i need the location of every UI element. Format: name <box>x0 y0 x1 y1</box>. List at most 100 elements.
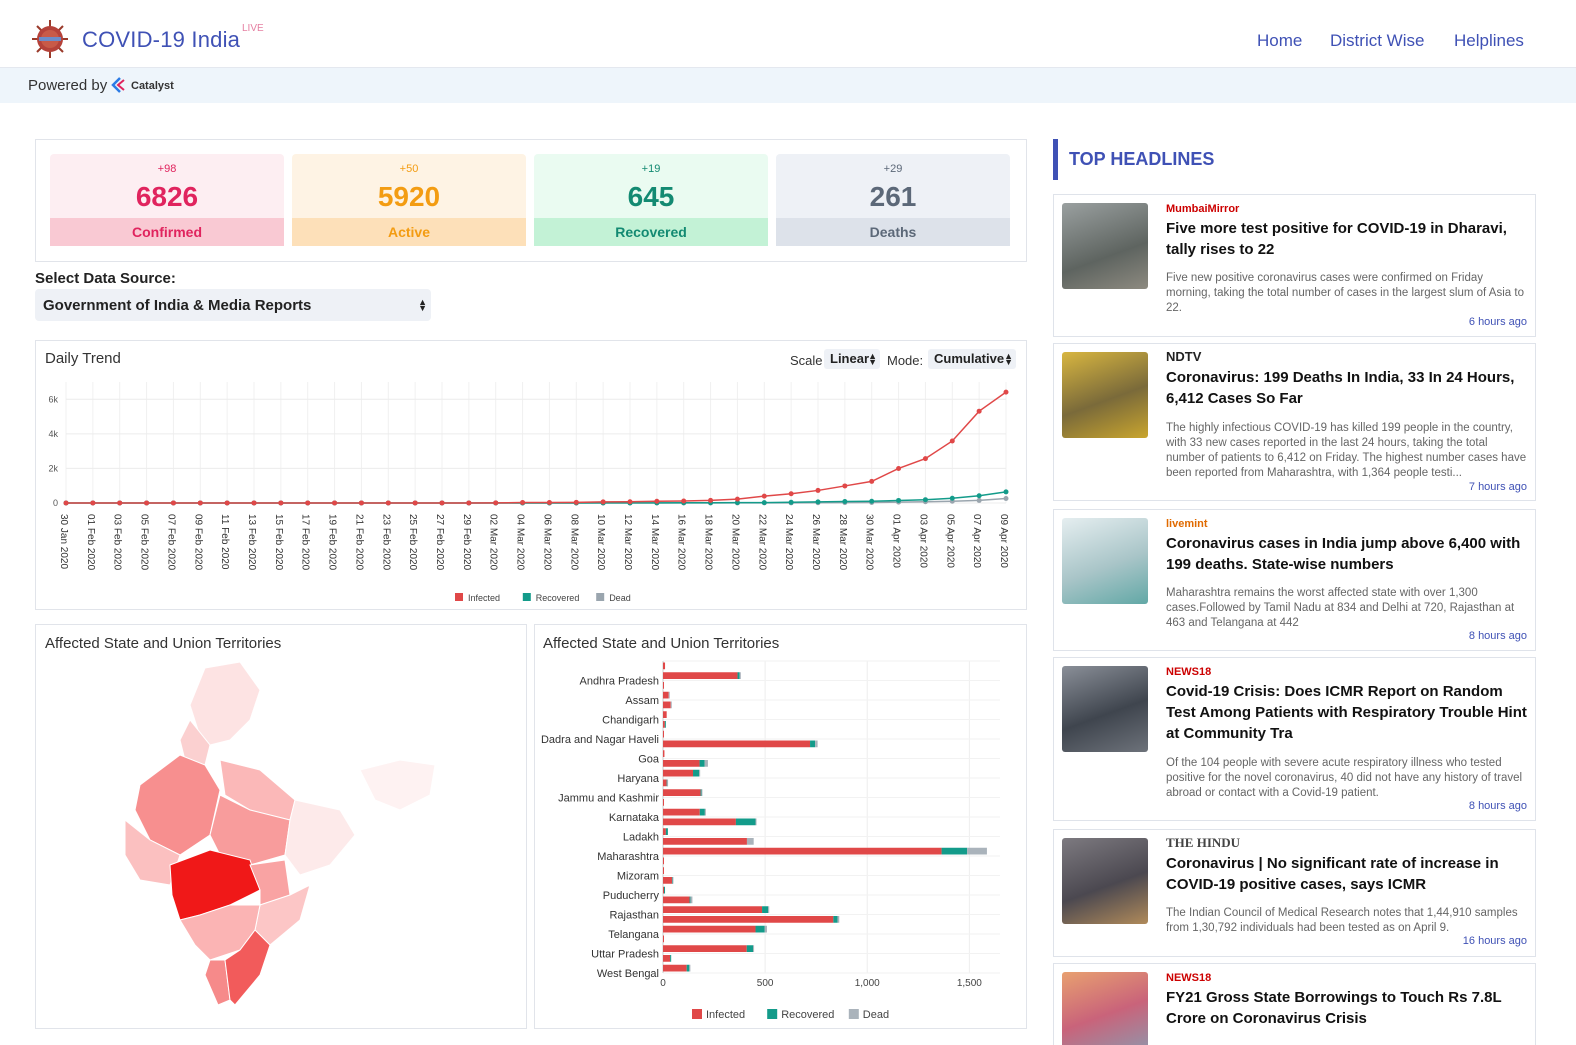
stat-delta: +98 <box>157 163 177 175</box>
bar-segment-infected <box>663 750 665 757</box>
bar-segment-dead <box>699 769 701 777</box>
news-description: Maharashtra remains the worst affected s… <box>1166 587 1515 629</box>
news-time: 8 hours ago <box>1468 630 1527 642</box>
x-tick-label: 30 Mar 2020 <box>864 514 875 571</box>
news-title[interactable]: Five more test positive for COVID-19 in … <box>1166 218 1528 260</box>
data-source-selected: Government of India & Media Reports <box>43 297 312 314</box>
news-description: The Indian Council of Medical Research n… <box>1166 907 1518 934</box>
news-card[interactable]: livemint Coronavirus cases in India jump… <box>1053 509 1536 651</box>
scale-select[interactable]: Linear ▲ ▼ <box>824 349 880 369</box>
data-point-infected <box>627 499 633 505</box>
data-point-infected <box>869 478 875 484</box>
select-caret-icon: ▲ ▼ <box>418 297 427 313</box>
news-card[interactable]: NDTV Coronavirus: 199 Deaths In India, 3… <box>1053 343 1536 501</box>
legend-swatch <box>848 1009 859 1019</box>
state-bar-chart[interactable]: 0 500 1,000 1,500 Andhra Pradesh Assam Chandig… <box>535 655 1024 1025</box>
news-title[interactable]: Coronavirus cases in India jump above 6,… <box>1166 533 1528 575</box>
data-point-infected <box>654 498 660 504</box>
bar-segment-dead <box>667 779 669 787</box>
bar-segment-infected <box>663 847 942 855</box>
bar-segment-recovered <box>737 672 740 679</box>
india-map[interactable] <box>110 660 450 1010</box>
x-tick-label: 03 Feb 2020 <box>112 514 123 571</box>
data-point-infected <box>976 408 982 414</box>
nav-helplines[interactable]: Helplines <box>1454 31 1524 51</box>
bar-segment-recovered <box>833 916 838 923</box>
data-source-select[interactable]: Government of India & Media Reports ▲ ▼ <box>35 289 431 321</box>
x-tick-label: 11 Feb 2020 <box>219 514 230 570</box>
data-point-infected <box>815 487 821 493</box>
map-region-east[interactable] <box>284 799 356 876</box>
news-thumbnail[interactable] <box>1062 838 1148 924</box>
news-time: 7 hours ago <box>1468 481 1527 493</box>
data-point-dead <box>1003 495 1009 501</box>
x-tick-label: 07 Feb 2020 <box>165 514 176 571</box>
data-point-infected <box>144 500 150 506</box>
stat-confirmed[interactable]: +98 6826 Confirmed <box>50 154 284 246</box>
bar-segment-dead <box>815 740 818 748</box>
bar-segment-dead <box>672 877 674 884</box>
bar-segment-infected <box>663 808 700 816</box>
catalyst-brand[interactable]: Catalyst <box>131 80 174 92</box>
data-point-infected <box>305 500 311 506</box>
news-thumbnail[interactable] <box>1062 972 1148 1045</box>
news-source: THE HINDU <box>1166 835 1241 850</box>
mode-select[interactable]: Cumulative ▲ ▼ <box>928 349 1016 369</box>
data-point-infected <box>117 500 123 506</box>
bar-segment-infected <box>663 857 664 865</box>
news-thumbnail[interactable] <box>1062 518 1148 604</box>
stat-active[interactable]: +50 5920 Active <box>292 154 526 246</box>
news-time: 16 hours ago <box>1462 935 1527 947</box>
y-tick-label: 6k <box>48 394 58 404</box>
stat-deaths[interactable]: +29 261 Deaths <box>776 154 1010 246</box>
data-point-recovered <box>842 498 848 504</box>
bar-segment-infected <box>663 730 664 738</box>
nav-district-wise[interactable]: District Wise <box>1330 31 1424 51</box>
bar-segment-infected <box>663 799 664 806</box>
nav-home[interactable]: Home <box>1246 31 1314 72</box>
y-tick-label: 4k <box>48 429 58 439</box>
bar-segment-dead <box>746 838 754 845</box>
news-title[interactable]: Covid-19 Crisis: Does ICMR Report on Ran… <box>1166 681 1528 744</box>
powered-by-label: Powered by <box>28 77 108 94</box>
virus-logo-icon[interactable] <box>30 18 70 60</box>
map-title: Affected State and Union Territories <box>45 635 282 652</box>
map-region-northeast[interactable] <box>359 759 436 811</box>
news-card[interactable]: THE HINDU Coronavirus | No significant r… <box>1053 829 1536 957</box>
bar-segment-infected <box>663 721 665 728</box>
news-thumbnail[interactable] <box>1062 352 1148 438</box>
data-point-infected <box>896 465 902 471</box>
bar-segment-recovered <box>755 925 765 933</box>
news-title[interactable]: FY21 Gross State Borrowings to Touch Rs … <box>1166 987 1528 1029</box>
data-point-infected <box>922 456 928 462</box>
bar-segment-recovered <box>670 955 672 962</box>
x-tick-label: 18 Mar 2020 <box>703 514 714 571</box>
data-point-infected <box>734 496 740 502</box>
brand-title[interactable]: COVID-19 India <box>82 27 240 53</box>
stat-delta: +29 <box>883 163 903 175</box>
data-point-recovered <box>922 497 928 503</box>
bar-segment-infected <box>663 838 747 845</box>
stat-recovered[interactable]: +19 645 Recovered <box>534 154 768 246</box>
news-card[interactable]: NEWS18 FY21 Gross State Borrowings to To… <box>1053 963 1536 1045</box>
news-thumbnail[interactable] <box>1062 203 1148 289</box>
news-title[interactable]: Coronavirus: 199 Deaths In India, 33 In … <box>1166 367 1528 409</box>
bar-segment-infected <box>663 916 834 923</box>
bar-segment-dead <box>837 916 840 923</box>
news-card[interactable]: NEWS18 Covid-19 Crisis: Does ICMR Report… <box>1053 657 1536 821</box>
y-tick-label: Haryana <box>617 773 659 785</box>
y-tick-label: 0 <box>53 498 58 508</box>
x-tick-label: 0 <box>660 978 666 989</box>
daily-trend-chart[interactable]: 0 2k 4k 6k 30 Jan 2020 01 Feb 2020 03 Feb 2020… <box>36 370 1024 606</box>
x-tick-label: 09 Feb 2020 <box>192 514 203 571</box>
y-tick-label: Dadra and Nagar Haveli <box>541 734 659 746</box>
data-point-infected <box>385 500 391 506</box>
stat-label: Deaths <box>776 218 1010 246</box>
news-title[interactable]: Coronavirus | No significant rate of inc… <box>1166 853 1528 895</box>
news-card[interactable]: MumbaiMirror Five more test positive for… <box>1053 194 1536 337</box>
data-point-infected <box>170 500 176 506</box>
data-point-recovered <box>949 495 955 501</box>
x-tick-label: 03 Apr 2020 <box>917 514 928 568</box>
news-thumbnail[interactable] <box>1062 666 1148 752</box>
bar-segment-recovered <box>762 906 769 913</box>
